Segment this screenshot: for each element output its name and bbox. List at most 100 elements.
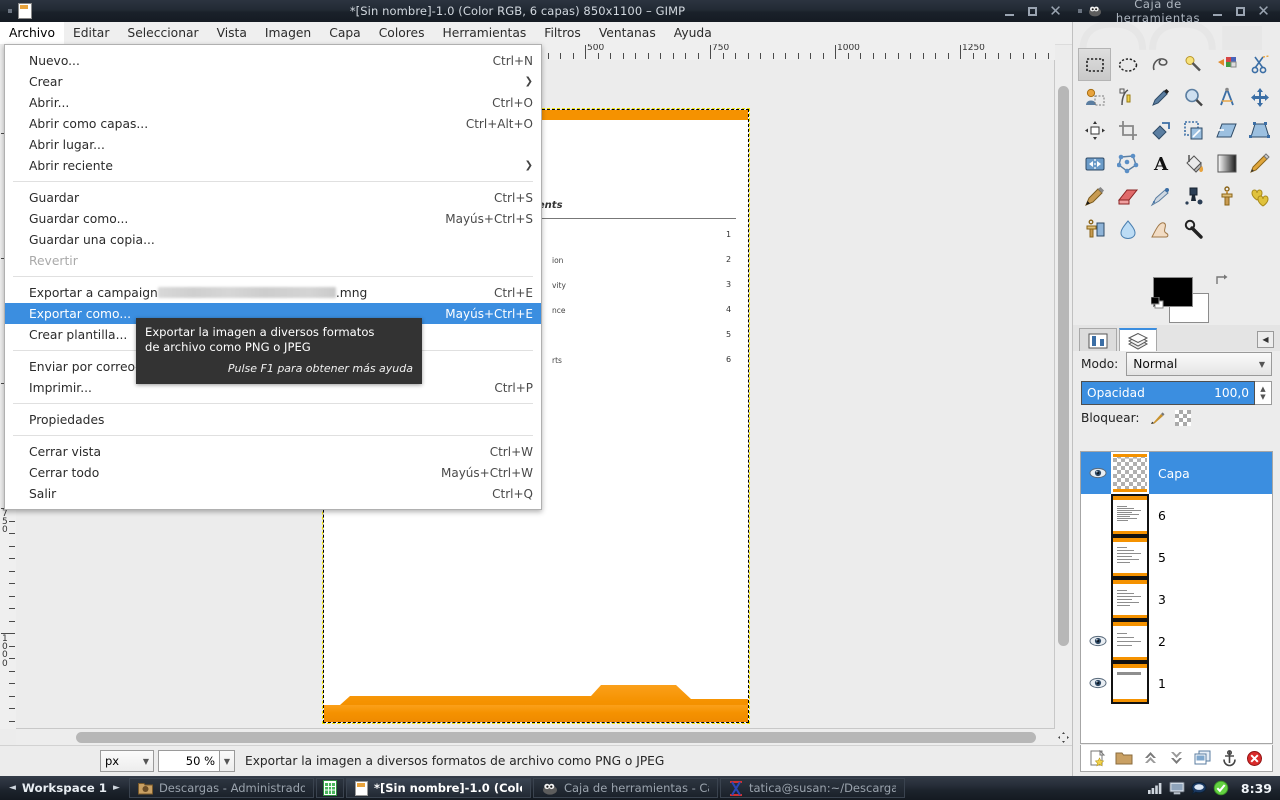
menubar-item-vista[interactable]: Vista xyxy=(208,22,256,44)
layer-visibility-toggle[interactable] xyxy=(1085,677,1111,689)
menu-item-salir[interactable]: Salir Ctrl+Q xyxy=(5,483,541,504)
menu-item-nuevo[interactable]: Nuevo... Ctrl+N xyxy=(5,50,541,71)
menubar-item-capa[interactable]: Capa xyxy=(320,22,369,44)
layer-row[interactable]: Capa xyxy=(1081,452,1272,494)
horizontal-scrollbar-thumb[interactable] xyxy=(76,732,1036,743)
taskbar-button[interactable]: tatica@susan:~/Descargas xyxy=(719,778,905,798)
perspective-icon[interactable] xyxy=(1243,114,1276,147)
rect-select-icon[interactable] xyxy=(1078,48,1111,81)
tab-tool-options[interactable] xyxy=(1079,328,1117,352)
workspace-prev-icon[interactable]: ◄ xyxy=(9,783,16,793)
scale-icon[interactable] xyxy=(1177,114,1210,147)
taskbar-button[interactable]: *[Sin nombre]-1.0 (Color R xyxy=(345,778,531,798)
zoom-dropdown-button[interactable]: ▼ xyxy=(220,750,235,772)
menu-item-abrir-lugar[interactable]: Abrir lugar... xyxy=(5,134,541,155)
foreground-select-icon[interactable] xyxy=(1078,81,1111,114)
layer-row[interactable]: 6 xyxy=(1081,494,1272,536)
layer-row[interactable]: 5 xyxy=(1081,536,1272,578)
menubar-item-ayuda[interactable]: Ayuda xyxy=(665,22,721,44)
zoom-input[interactable]: 50 % xyxy=(158,750,220,772)
menu-item-guardar-como[interactable]: Guardar como... Mayús+Ctrl+S xyxy=(5,208,541,229)
perspective-clone-icon[interactable] xyxy=(1078,213,1111,246)
select-by-color-icon[interactable] xyxy=(1210,48,1243,81)
file-menu-popup[interactable]: Nuevo... Ctrl+N Crear ❯ Abrir... Ctrl+O Abrir … xyxy=(4,44,542,510)
airbrush-icon[interactable] xyxy=(1144,180,1177,213)
bucket-fill-icon[interactable] xyxy=(1177,147,1210,180)
move-icon[interactable] xyxy=(1243,81,1276,114)
close-button[interactable]: ✕ xyxy=(1049,4,1062,19)
tab-layers[interactable] xyxy=(1119,328,1157,353)
delete-layer-button[interactable] xyxy=(1246,750,1263,767)
menubar-item-herramientas[interactable]: Herramientas xyxy=(434,22,536,44)
network-signal-icon[interactable] xyxy=(1147,780,1163,796)
duplicate-layer-button[interactable] xyxy=(1194,750,1212,766)
navigation-preview-button[interactable] xyxy=(1055,729,1072,746)
workspace-next-icon[interactable]: ► xyxy=(113,783,120,793)
lower-layer-button[interactable] xyxy=(1168,750,1185,766)
flip-icon[interactable] xyxy=(1078,147,1111,180)
heal-icon[interactable] xyxy=(1243,180,1276,213)
menubar-item-editar[interactable]: Editar xyxy=(64,22,118,44)
clone-icon[interactable] xyxy=(1210,180,1243,213)
menu-item-cerrar-todo[interactable]: Cerrar todo Mayús+Ctrl+W xyxy=(5,462,541,483)
window-menu-dot[interactable] xyxy=(8,9,12,13)
smudge-icon[interactable] xyxy=(1144,213,1177,246)
menu-item-propiedades[interactable]: Propiedades xyxy=(5,409,541,430)
text-icon[interactable]: A xyxy=(1144,147,1177,180)
dock-maximize-button[interactable] xyxy=(1234,5,1247,18)
taskbar-button[interactable]: Descargas - Administrador d xyxy=(128,778,314,798)
swap-colors-icon[interactable] xyxy=(1215,273,1229,287)
paths-icon[interactable] xyxy=(1111,81,1144,114)
zoom-icon[interactable] xyxy=(1177,81,1210,114)
lock-alpha-icon[interactable] xyxy=(1174,410,1191,426)
layer-row[interactable]: 1 xyxy=(1081,662,1272,704)
dock-close-button[interactable]: ✕ xyxy=(1257,4,1270,19)
display-icon[interactable] xyxy=(1169,780,1185,796)
menu-item-guardar-una-copia[interactable]: Guardar una copia... xyxy=(5,229,541,250)
menubar-item-filtros[interactable]: Filtros xyxy=(535,22,590,44)
menubar-item-colores[interactable]: Colores xyxy=(370,22,434,44)
chat-icon[interactable] xyxy=(1191,780,1207,796)
scissors-select-icon[interactable] xyxy=(1243,48,1276,81)
taskbar-button[interactable] xyxy=(315,778,344,798)
lock-pixels-brush-icon[interactable] xyxy=(1149,410,1166,426)
dodge-burn-icon[interactable] xyxy=(1177,213,1210,246)
align-icon[interactable] xyxy=(1078,114,1111,147)
reset-colors-icon[interactable] xyxy=(1151,297,1164,310)
menubar-item-imagen[interactable]: Imagen xyxy=(256,22,320,44)
vertical-scrollbar-thumb[interactable] xyxy=(1058,86,1069,646)
fuzzy-select-icon[interactable] xyxy=(1177,48,1210,81)
menubar-item-archivo[interactable]: Archivo xyxy=(0,22,64,44)
ellipse-select-icon[interactable] xyxy=(1111,48,1144,81)
horizontal-scrollbar[interactable] xyxy=(16,728,1055,746)
free-select-icon[interactable] xyxy=(1144,48,1177,81)
pencil-icon[interactable] xyxy=(1243,147,1276,180)
menu-item-abrir-reciente[interactable]: Abrir reciente ❯ xyxy=(5,155,541,176)
menu-item-crear[interactable]: Crear ❯ xyxy=(5,71,541,92)
blur-sharpen-icon[interactable] xyxy=(1111,213,1144,246)
layer-visibility-toggle[interactable] xyxy=(1085,467,1111,479)
menubar-item-ventanas[interactable]: Ventanas xyxy=(590,22,665,44)
layer-opacity-stepper[interactable]: ▲ ▼ xyxy=(1255,380,1272,405)
raise-layer-button[interactable] xyxy=(1142,750,1159,766)
minimize-button[interactable] xyxy=(1003,5,1016,18)
new-layer-group-button[interactable] xyxy=(1115,750,1133,766)
anchor-layer-button[interactable] xyxy=(1221,749,1238,767)
new-layer-button[interactable] xyxy=(1089,749,1106,767)
layer-list[interactable]: Capa 6 5 3 2 1 xyxy=(1080,451,1273,744)
menu-item-abrir[interactable]: Abrir... Ctrl+O xyxy=(5,92,541,113)
workspace-switcher[interactable]: ◄ Workspace 1 ► xyxy=(0,781,129,795)
rotate-icon[interactable] xyxy=(1144,114,1177,147)
layer-row[interactable]: 2 xyxy=(1081,620,1272,662)
menubar-item-seleccionar[interactable]: Seleccionar xyxy=(118,22,207,44)
menu-item-cerrar-vista[interactable]: Cerrar vista Ctrl+W xyxy=(5,441,541,462)
menu-item-exportar-a-campaign[interactable]: Exportar a campaignxxxxxxxxxxxxxxxxxxxxx… xyxy=(5,282,541,303)
menu-item-guardar[interactable]: Guardar Ctrl+S xyxy=(5,187,541,208)
layer-opacity-slider[interactable]: Opacidad 100,0 xyxy=(1081,380,1255,405)
shear-icon[interactable] xyxy=(1210,114,1243,147)
maximize-button[interactable] xyxy=(1026,5,1039,18)
dock-minimize-button[interactable] xyxy=(1211,5,1224,18)
measure-icon[interactable] xyxy=(1210,81,1243,114)
cage-transform-icon[interactable] xyxy=(1111,147,1144,180)
crop-icon[interactable] xyxy=(1111,114,1144,147)
